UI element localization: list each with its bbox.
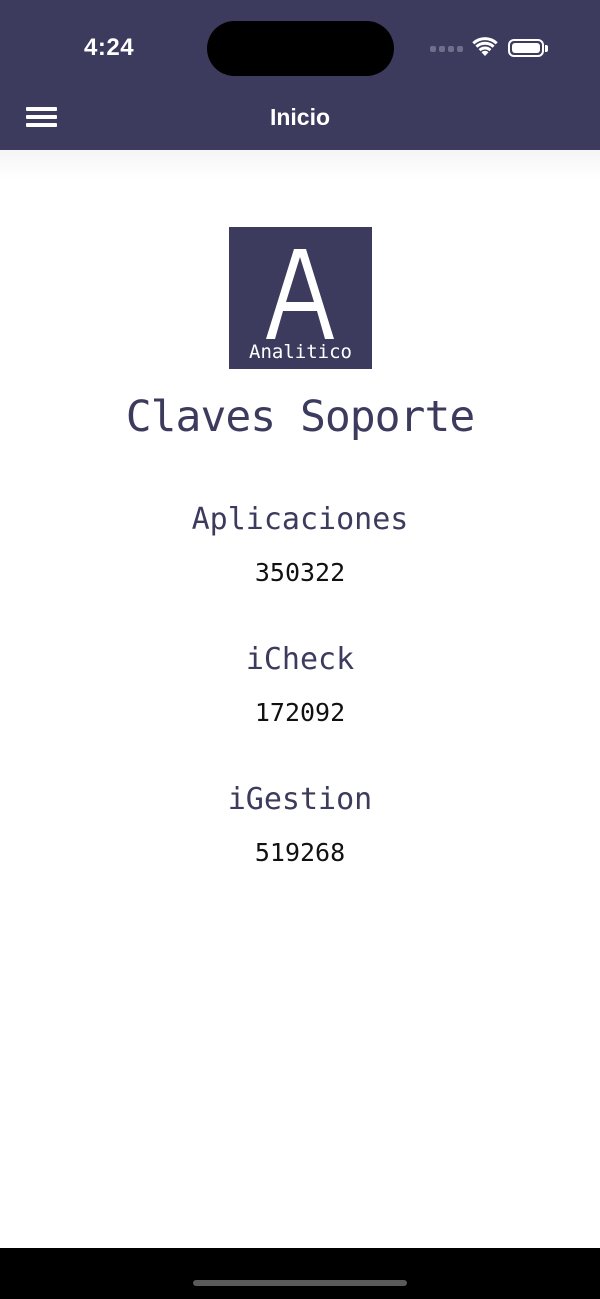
page-title: Claves Soporte <box>125 392 475 442</box>
key-value: 350322 <box>254 558 346 587</box>
content-top-shadow <box>0 150 600 180</box>
key-label: iCheck <box>245 642 355 677</box>
nav-title: Inicio <box>269 104 331 130</box>
key-value: 172092 <box>254 698 346 727</box>
navigation-bar: Inicio <box>0 96 600 150</box>
bottom-bar <box>0 1248 600 1299</box>
analitico-logo: Analitico <box>229 227 372 369</box>
key-section-igestion: iGestion 519268 <box>0 780 600 868</box>
status-bar: 4:24 <box>0 0 600 96</box>
status-time: 4:24 <box>84 34 135 61</box>
logo-caption: Analitico <box>249 341 352 363</box>
battery-icon <box>508 39 548 57</box>
cellular-signal-icon <box>430 46 464 52</box>
key-value: 519268 <box>254 838 346 867</box>
key-section-icheck: iCheck 172092 <box>0 640 600 728</box>
key-label: Aplicaciones <box>191 502 409 537</box>
key-label: iGestion <box>227 782 373 817</box>
dynamic-island <box>207 21 394 76</box>
home-indicator[interactable] <box>193 1280 407 1286</box>
key-section-aplicaciones: Aplicaciones 350322 <box>0 500 600 588</box>
status-icons <box>430 36 550 62</box>
wifi-icon <box>472 37 498 56</box>
